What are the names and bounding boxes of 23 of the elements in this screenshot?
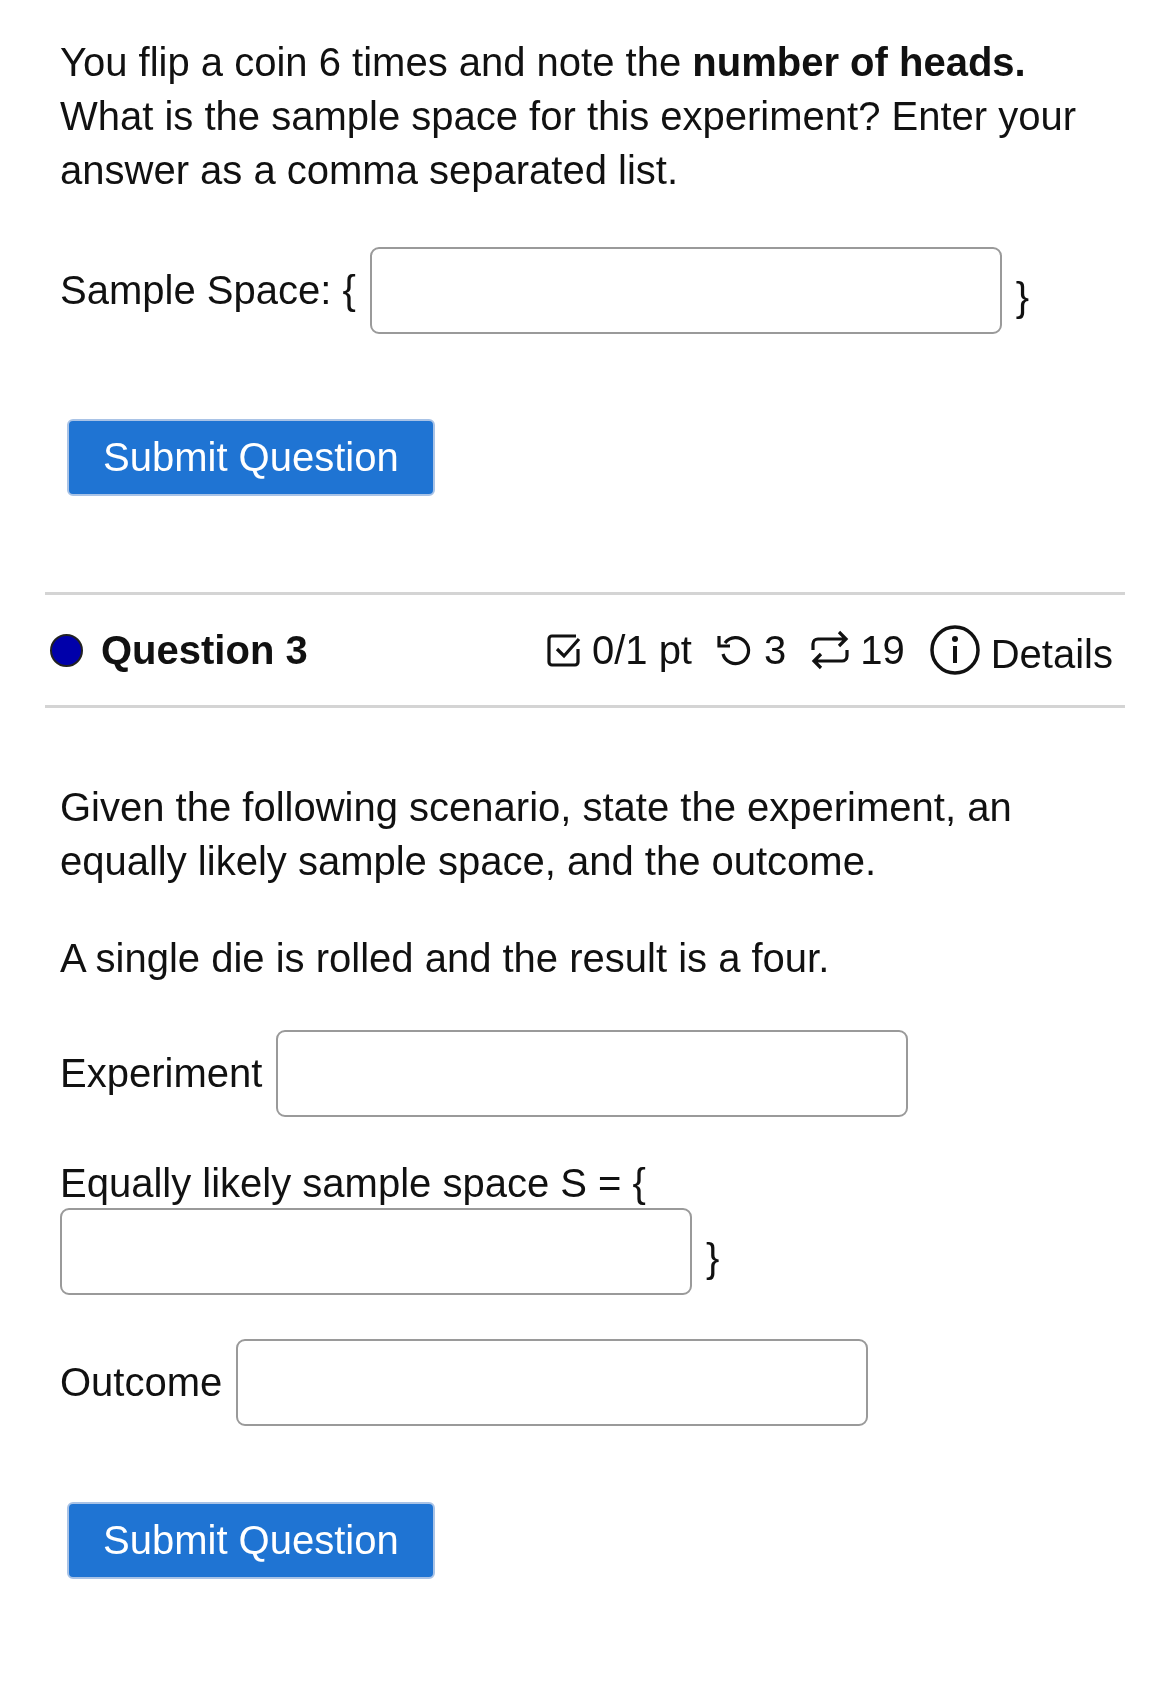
answer-field[interactable] xyxy=(236,1339,869,1426)
question-text: A single die is rolled and the result is a four. xyxy=(59,935,831,982)
submit-button[interactable]: Submit Question xyxy=(67,419,435,496)
field-label: Experiment xyxy=(60,1051,263,1096)
submit-button[interactable]: Submit Question xyxy=(67,1502,435,1579)
score-text: 0/1 pt xyxy=(591,627,692,673)
checkbox-icon xyxy=(545,632,582,668)
details-link[interactable]: Details xyxy=(990,623,1113,677)
field-label: Outcome xyxy=(60,1360,223,1405)
attempts-count: 19 xyxy=(860,627,905,673)
brace-text: } xyxy=(1015,274,1030,320)
field-label: Equally likely sample space S = { xyxy=(60,1161,646,1206)
answer-field[interactable] xyxy=(369,247,1002,334)
question-text: Given the following scenario, state the experiment, an equally likely sample space, and the outcome. xyxy=(59,784,1013,885)
answer-field[interactable] xyxy=(276,1030,909,1117)
question-title: Question 3 xyxy=(101,627,308,673)
field-label: Sample Space: { xyxy=(60,268,356,313)
brace-text: } xyxy=(706,1235,720,1281)
question-text: You flip a coin 6 times and note the number of heads. What is the sample space for this experiment? Enter your answer as a comma separated list. xyxy=(59,39,1077,194)
repeat-icon xyxy=(810,628,851,672)
info-icon[interactable] xyxy=(928,624,981,676)
retries-count: 3 xyxy=(764,627,787,673)
answer-field[interactable] xyxy=(60,1208,692,1295)
